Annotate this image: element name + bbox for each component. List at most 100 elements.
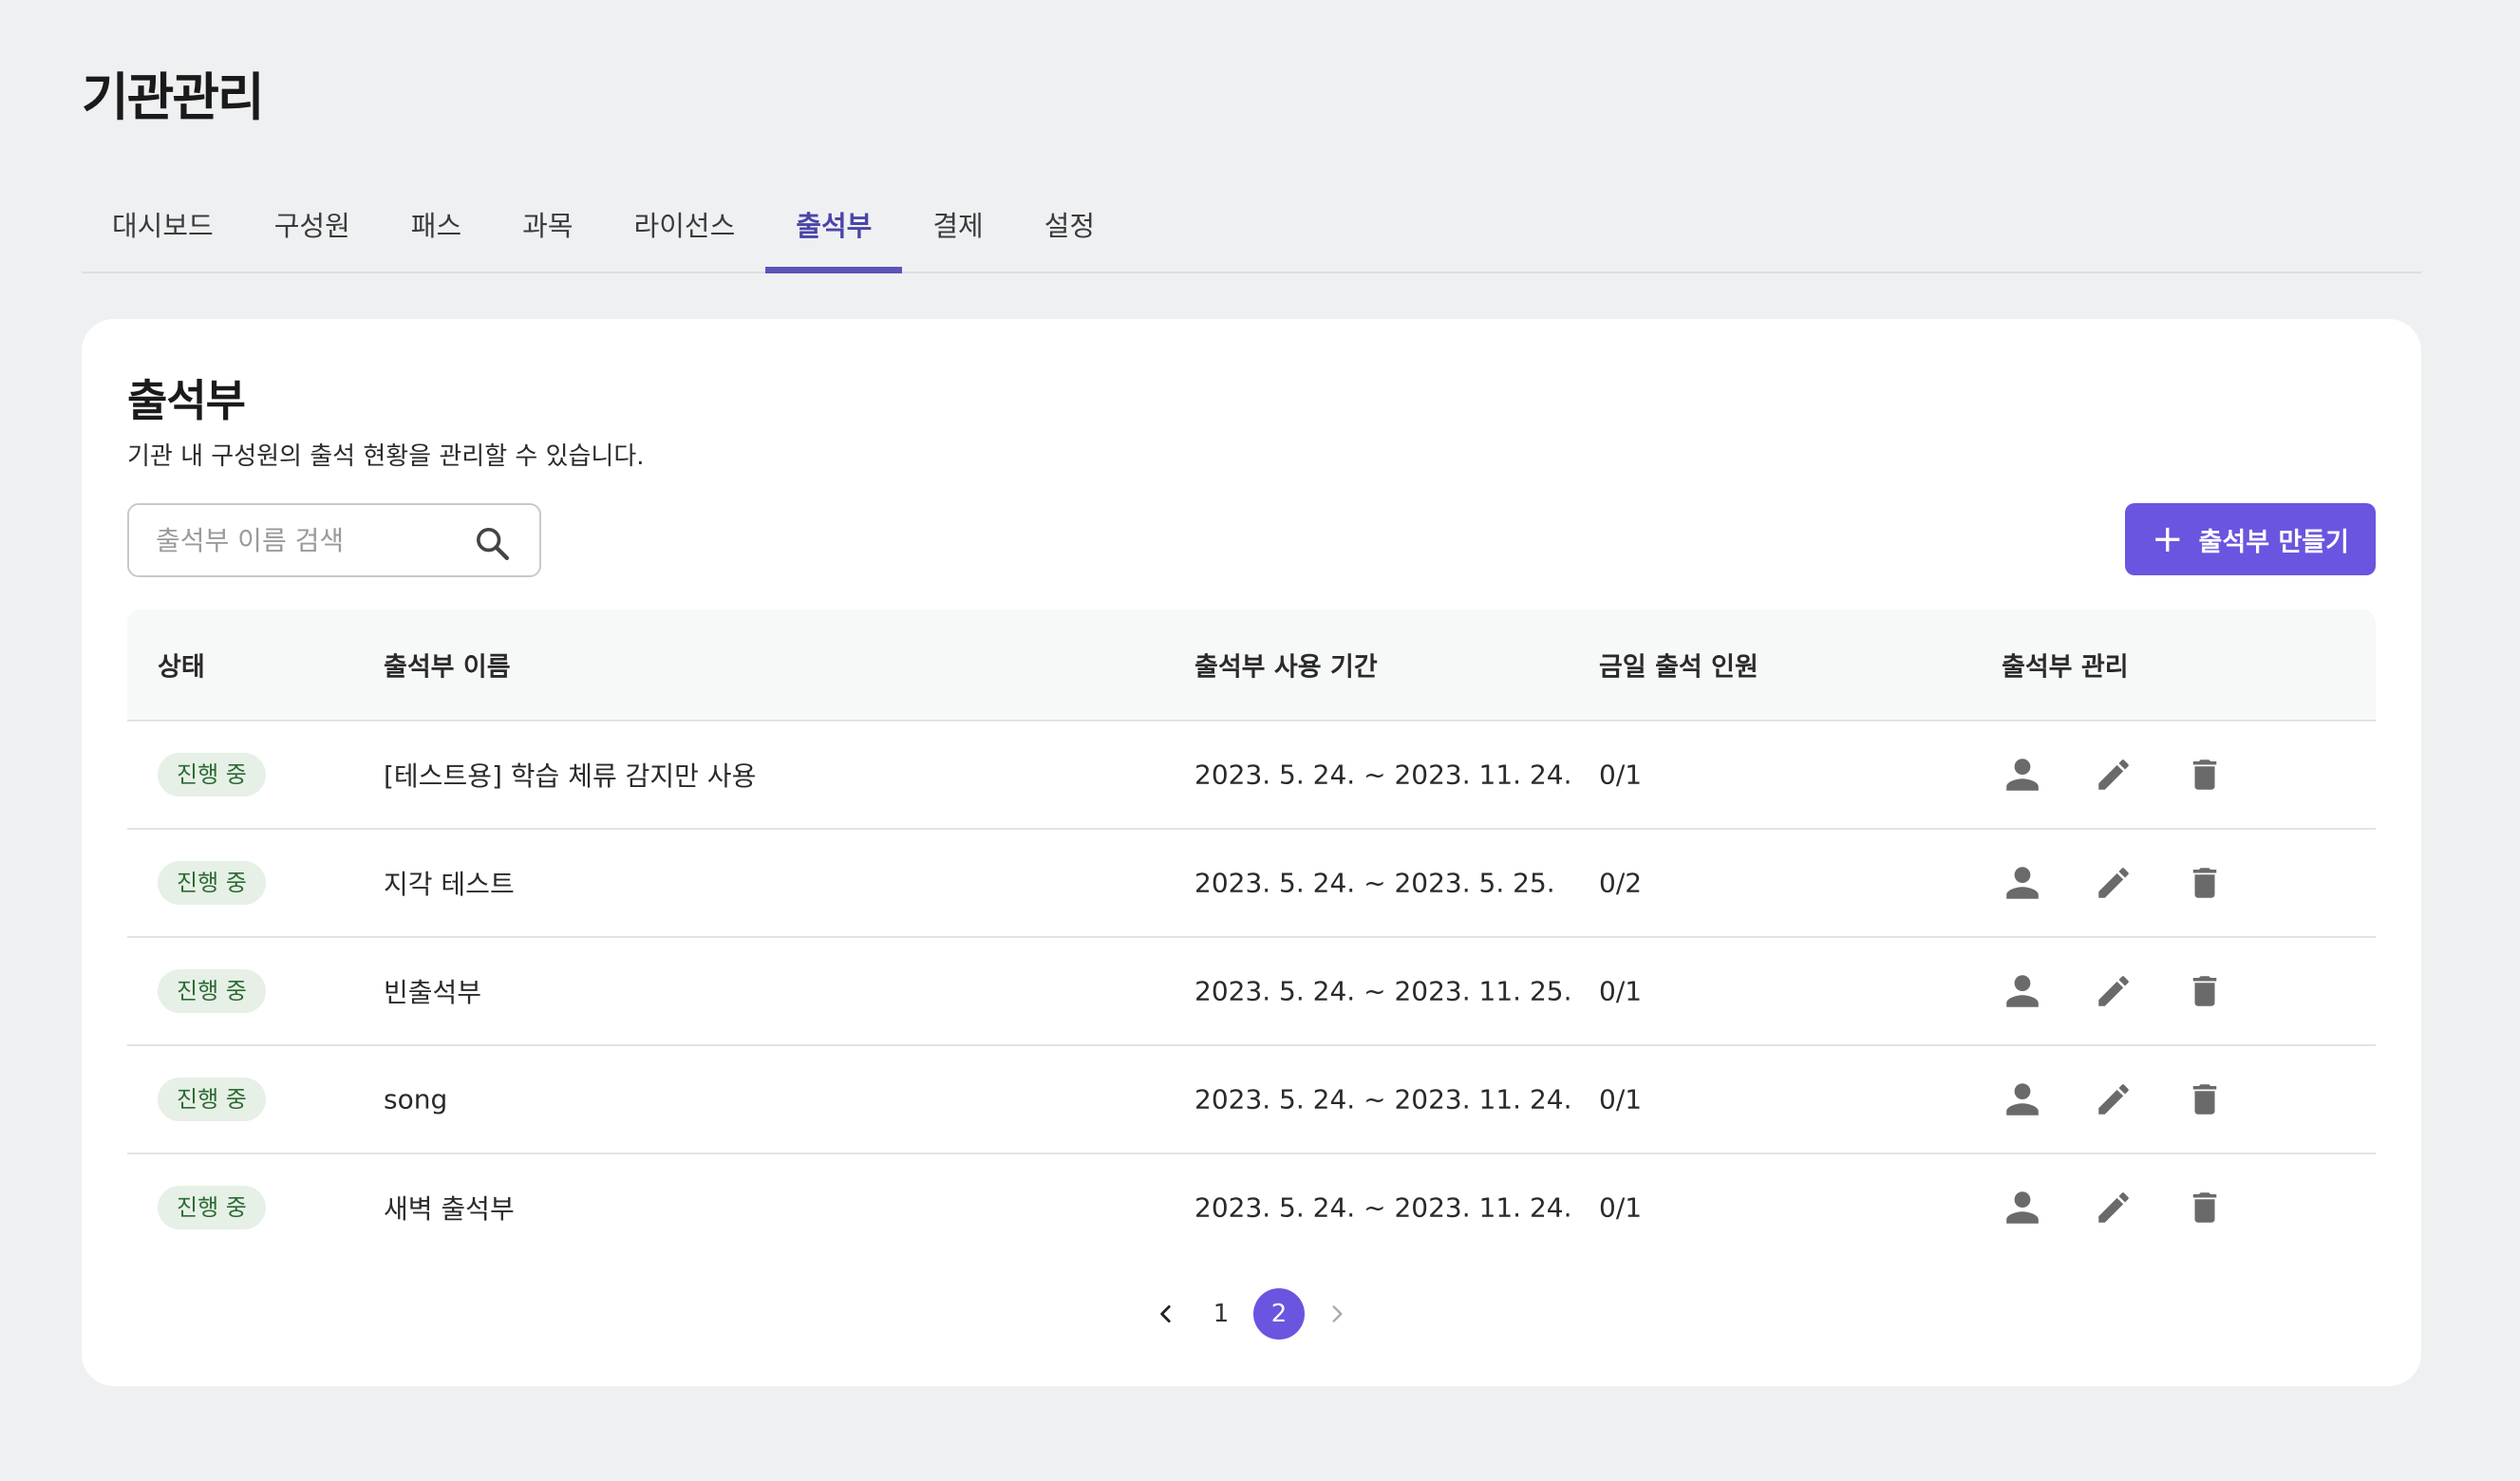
status-cell: 진행 중	[158, 861, 266, 905]
table-row[interactable]: 진행 중 지각 테스트 2023. 5. 24. ~ 2023. 5. 25. 0/2	[127, 830, 2376, 938]
today-count-cell: 0/1	[1599, 1083, 1643, 1115]
today-count-cell: 0/1	[1599, 975, 1643, 1007]
pencil-icon	[2098, 976, 2129, 1006]
status-cell: 진행 중	[158, 1186, 266, 1229]
tab-members[interactable]: 구성원	[244, 196, 381, 272]
pencil-icon	[2098, 1192, 2129, 1223]
person-icon	[2006, 975, 2039, 1007]
period-cell: 2023. 5. 24. ~ 2023. 11. 24.	[1194, 1191, 1572, 1224]
tab-subjects[interactable]: 과목	[492, 196, 603, 272]
tab-payment[interactable]: 결제	[902, 196, 1013, 272]
period-cell: 2023. 5. 24. ~ 2023. 11. 24.	[1194, 1083, 1572, 1115]
manage-cell	[2002, 1187, 2226, 1228]
trash-icon	[2192, 868, 2217, 898]
page: 기관관리 대시보드 구성원 패스 과목 라이선스 출석부 결제 설정 출석부 기…	[0, 0, 2520, 1481]
members-button[interactable]	[2002, 754, 2043, 796]
manage-cell	[2002, 1078, 2226, 1120]
delete-button[interactable]	[2184, 754, 2226, 796]
table-row[interactable]: 진행 중 [테스트용] 학습 체류 감지만 사용 2023. 5. 24. ~ 20…	[127, 722, 2376, 830]
page-title: 기관관리	[82, 67, 265, 127]
members-button[interactable]	[2002, 862, 2043, 904]
delete-button[interactable]	[2184, 1078, 2226, 1120]
trash-icon	[2192, 759, 2217, 790]
delete-button[interactable]	[2184, 1187, 2226, 1228]
plus-icon: +	[2152, 517, 2184, 561]
header-manage: 출석부 관리	[2002, 652, 2129, 683]
table-header: 상태 출석부 이름 출석부 사용 기간 금일 출석 인원 출석부 관리	[127, 609, 2376, 722]
page-button-1[interactable]: 1	[1198, 1291, 1244, 1337]
header-status: 상태	[158, 652, 205, 683]
tab-pass[interactable]: 패스	[381, 196, 492, 272]
period-cell: 2023. 5. 24. ~ 2023. 5. 25.	[1194, 867, 1555, 899]
pencil-icon	[2098, 759, 2129, 790]
header-today-count: 금일 출석 인원	[1599, 652, 1758, 683]
header-period: 출석부 사용 기간	[1194, 652, 1378, 683]
tab-dashboard[interactable]: 대시보드	[82, 196, 244, 272]
trash-icon	[2192, 1084, 2217, 1115]
prev-page-button[interactable]	[1143, 1291, 1189, 1337]
period-cell: 2023. 5. 24. ~ 2023. 11. 24.	[1194, 759, 1572, 791]
table-row[interactable]: 진행 중 빈출석부 2023. 5. 24. ~ 2023. 11. 25. 0/1	[127, 938, 2376, 1046]
create-attendance-button[interactable]: + 출석부 만들기	[2125, 503, 2376, 575]
table-row[interactable]: 진행 중 새벽 출석부 2023. 5. 24. ~ 2023. 11. 24. 0/…	[127, 1154, 2376, 1261]
table-row[interactable]: 진행 중 song 2023. 5. 24. ~ 2023. 11. 24. 0/1	[127, 1046, 2376, 1154]
name-cell: song	[384, 1083, 448, 1115]
tab-settings[interactable]: 설정	[1014, 196, 1125, 272]
attendance-table: 상태 출석부 이름 출석부 사용 기간 금일 출석 인원 출석부 관리 진행 중…	[127, 609, 2376, 1261]
person-icon	[2006, 1191, 2039, 1224]
members-button[interactable]	[2002, 1078, 2043, 1120]
status-cell: 진행 중	[158, 1078, 266, 1121]
edit-button[interactable]	[2093, 1078, 2134, 1120]
edit-button[interactable]	[2093, 754, 2134, 796]
status-badge: 진행 중	[158, 861, 266, 905]
attendance-card: 출석부 기관 내 구성원의 출석 현황을 관리할 수 있습니다. + 출석부 만…	[82, 319, 2421, 1386]
tab-bar: 대시보드 구성원 패스 과목 라이선스 출석부 결제 설정	[82, 196, 2421, 273]
next-page-button[interactable]	[1314, 1291, 1360, 1337]
name-cell: [테스트용] 학습 체류 감지만 사용	[384, 760, 757, 792]
tab-attendance[interactable]: 출석부	[765, 196, 903, 273]
card-description: 기관 내 구성원의 출석 현황을 관리할 수 있습니다.	[127, 442, 645, 471]
header-name: 출석부 이름	[384, 652, 511, 683]
status-badge: 진행 중	[158, 1078, 266, 1121]
person-icon	[2006, 867, 2039, 899]
delete-button[interactable]	[2184, 862, 2226, 904]
manage-cell	[2002, 970, 2226, 1012]
members-button[interactable]	[2002, 1187, 2043, 1228]
manage-cell	[2002, 862, 2226, 904]
name-cell: 새벽 출석부	[384, 1193, 515, 1225]
edit-button[interactable]	[2093, 1187, 2134, 1228]
pagination: 1 2	[82, 1288, 2421, 1340]
person-icon	[2006, 1083, 2039, 1115]
card-title: 출석부	[127, 375, 246, 426]
table-body: 진행 중 [테스트용] 학습 체류 감지만 사용 2023. 5. 24. ~ 20…	[127, 722, 2376, 1261]
manage-cell	[2002, 754, 2226, 796]
today-count-cell: 0/2	[1599, 867, 1643, 899]
status-badge: 진행 중	[158, 969, 266, 1013]
trash-icon	[2192, 1192, 2217, 1223]
status-cell: 진행 중	[158, 969, 266, 1013]
edit-button[interactable]	[2093, 970, 2134, 1012]
status-badge: 진행 중	[158, 753, 266, 797]
edit-button[interactable]	[2093, 862, 2134, 904]
search-box	[127, 503, 541, 577]
person-icon	[2006, 759, 2039, 791]
search-icon[interactable]	[473, 524, 511, 562]
create-button-label: 출석부 만들기	[2198, 527, 2349, 557]
today-count-cell: 0/1	[1599, 1191, 1643, 1224]
status-badge: 진행 중	[158, 1186, 266, 1229]
trash-icon	[2192, 976, 2217, 1006]
name-cell: 빈출석부	[384, 977, 482, 1008]
status-cell: 진행 중	[158, 753, 266, 797]
name-cell: 지각 테스트	[384, 869, 515, 900]
chevron-left-icon	[1160, 1305, 1171, 1322]
search-input[interactable]	[154, 523, 461, 557]
today-count-cell: 0/1	[1599, 759, 1643, 791]
period-cell: 2023. 5. 24. ~ 2023. 11. 25.	[1194, 975, 1572, 1007]
members-button[interactable]	[2002, 970, 2043, 1012]
tab-license[interactable]: 라이선스	[604, 196, 766, 272]
page-button-2[interactable]: 2	[1253, 1288, 1305, 1340]
delete-button[interactable]	[2184, 970, 2226, 1012]
pencil-icon	[2098, 868, 2129, 898]
pencil-icon	[2098, 1084, 2129, 1115]
chevron-right-icon	[1332, 1305, 1343, 1322]
